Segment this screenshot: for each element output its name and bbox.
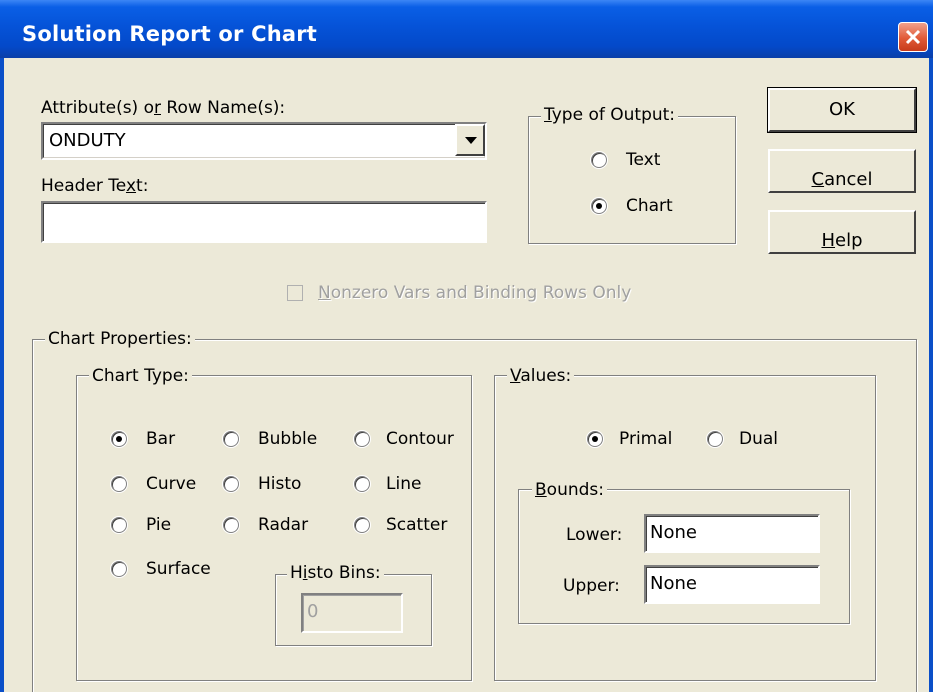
values-primal-radio[interactable]	[587, 431, 603, 447]
chart-type-curve-label[interactable]: Curve	[146, 474, 196, 494]
output-chart-radio[interactable]	[591, 198, 607, 214]
attribute-combo-value: ONDUTY	[49, 130, 126, 151]
attribute-dropdown-button[interactable]	[455, 124, 485, 156]
nonzero-checkbox[interactable]	[287, 285, 303, 301]
chevron-down-icon	[465, 137, 477, 144]
chart-type-bar-radio[interactable]	[111, 431, 127, 447]
upper-bound-label: Upper:	[563, 576, 620, 596]
values-dual-radio[interactable]	[707, 431, 723, 447]
chart-type-bubble-label[interactable]: Bubble	[258, 429, 317, 449]
output-text-radio[interactable]	[591, 152, 607, 168]
cancel-button[interactable]: Cancel	[768, 149, 916, 193]
chart-type-radar-radio[interactable]	[223, 517, 239, 533]
nonzero-label: Nonzero Vars and Binding Rows Only	[318, 283, 632, 303]
chart-type-title: Chart Type:	[89, 366, 192, 386]
output-chart-label[interactable]: Chart	[626, 196, 673, 216]
chart-type-contour-label[interactable]: Contour	[386, 429, 454, 449]
chart-type-surface-radio[interactable]	[111, 561, 127, 577]
window-border-right	[929, 58, 933, 692]
output-type-title: Type of Output:	[541, 105, 679, 125]
chart-type-bubble-radio[interactable]	[223, 431, 239, 447]
values-primal-label[interactable]: Primal	[619, 429, 672, 449]
chart-type-contour-radio[interactable]	[354, 431, 370, 447]
bounds-title: Bounds:	[532, 480, 607, 500]
histo-bins-field[interactable]: 0	[301, 593, 403, 633]
chart-type-scatter-label[interactable]: Scatter	[386, 515, 447, 535]
values-title: Values:	[507, 366, 575, 386]
header-text-field[interactable]	[41, 201, 487, 243]
close-button[interactable]	[898, 22, 928, 52]
values-dual-label[interactable]: Dual	[739, 429, 778, 449]
attribute-label: Attribute(s) or Row Name(s):	[41, 98, 286, 118]
output-text-label[interactable]: Text	[626, 150, 660, 170]
window-border-left	[0, 58, 4, 692]
close-icon	[905, 29, 921, 45]
chart-type-radar-label[interactable]: Radar	[258, 515, 308, 535]
chart-type-pie-label[interactable]: Pie	[146, 515, 171, 535]
chart-type-scatter-radio[interactable]	[354, 517, 370, 533]
header-text-label: Header Text:	[41, 176, 149, 196]
chart-type-histo-radio[interactable]	[223, 476, 239, 492]
upper-bound-field[interactable]: None	[644, 565, 820, 604]
chart-type-histo-label[interactable]: Histo	[258, 474, 301, 494]
chart-type-line-radio[interactable]	[354, 476, 370, 492]
histo-bins-title: Histo Bins:	[287, 563, 384, 583]
lower-bound-field[interactable]: None	[644, 514, 820, 553]
chart-type-bar-label[interactable]: Bar	[146, 429, 175, 449]
output-type-group	[528, 116, 736, 244]
chart-type-curve-radio[interactable]	[111, 476, 127, 492]
window-title: Solution Report or Chart	[22, 22, 318, 46]
chart-type-line-label[interactable]: Line	[386, 474, 421, 494]
ok-button[interactable]: OK	[767, 87, 917, 133]
chart-type-surface-label[interactable]: Surface	[146, 559, 211, 579]
help-button[interactable]: Help	[768, 210, 916, 254]
chart-type-pie-radio[interactable]	[111, 517, 127, 533]
chart-properties-title: Chart Properties:	[45, 329, 195, 349]
lower-bound-label: Lower:	[566, 525, 623, 545]
attribute-combo[interactable]: ONDUTY	[41, 122, 487, 160]
